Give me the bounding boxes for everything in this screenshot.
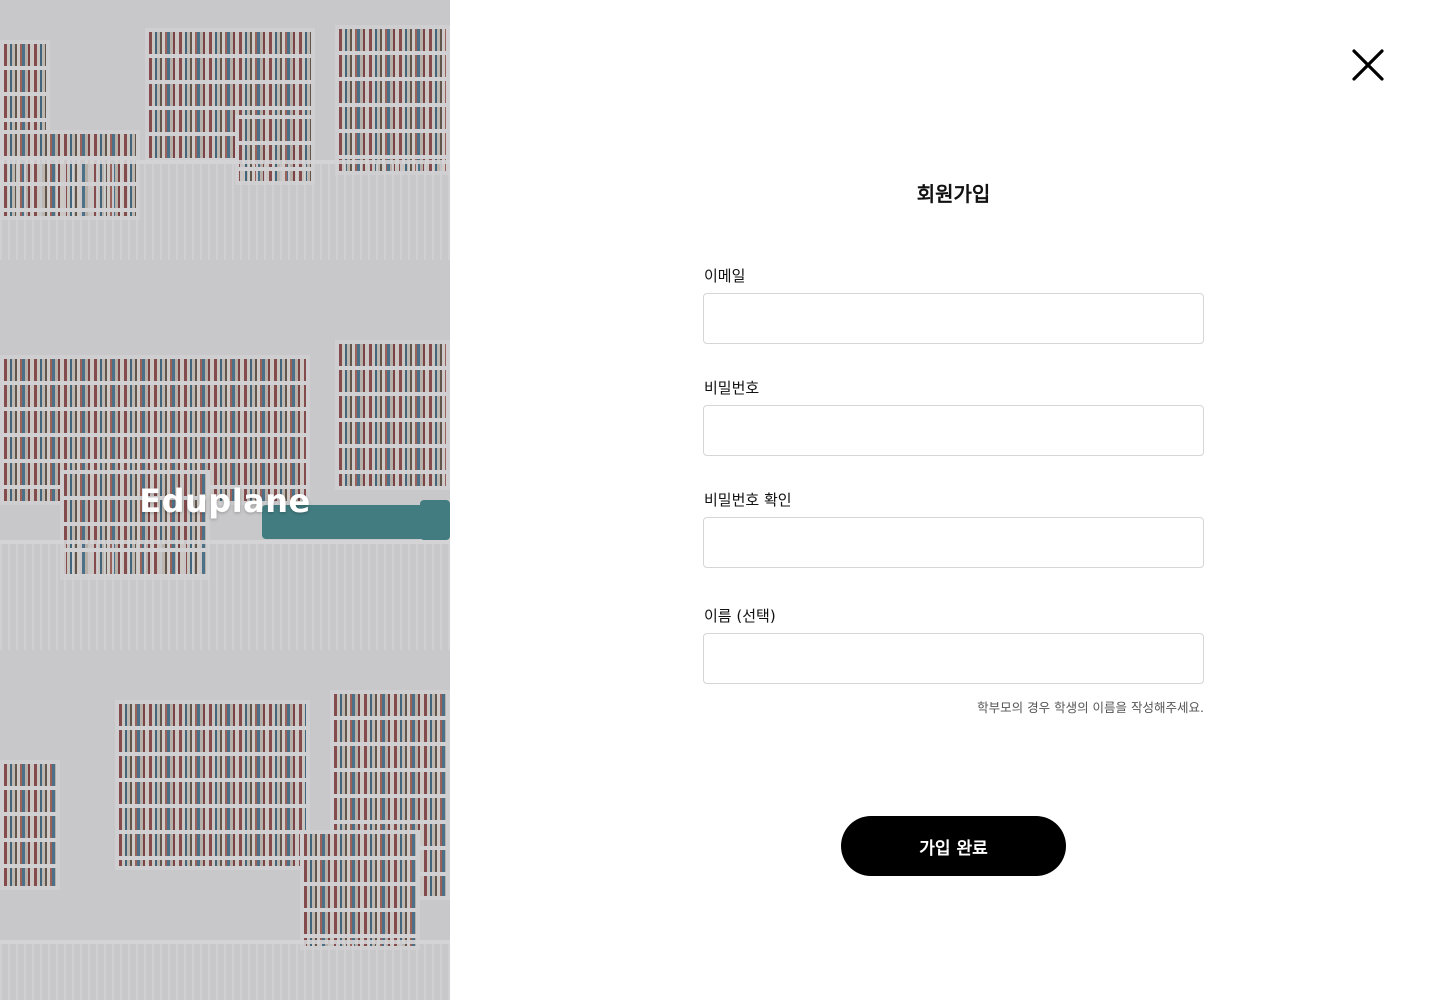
email-label: 이메일 <box>704 267 746 285</box>
email-field[interactable] <box>703 293 1204 344</box>
name-field[interactable] <box>703 633 1204 684</box>
close-icon <box>1352 49 1384 81</box>
name-hint-text: 학부모의 경우 학생의 이름을 작성해주세요. <box>977 700 1204 715</box>
submit-signup-button[interactable]: 가입 완료 <box>841 816 1066 876</box>
password-confirm-label: 비밀번호 확인 <box>704 491 792 509</box>
password-field[interactable] <box>703 405 1204 456</box>
password-label: 비밀번호 <box>704 379 760 397</box>
page-title: 회원가입 <box>916 182 991 206</box>
password-confirm-field[interactable] <box>703 517 1204 568</box>
name-label: 이름 (선택) <box>704 607 776 625</box>
hero-image-panel: Eduplane <box>0 0 450 1000</box>
brand-logo-text: Eduplane <box>139 482 311 520</box>
close-button[interactable] <box>1350 47 1386 83</box>
